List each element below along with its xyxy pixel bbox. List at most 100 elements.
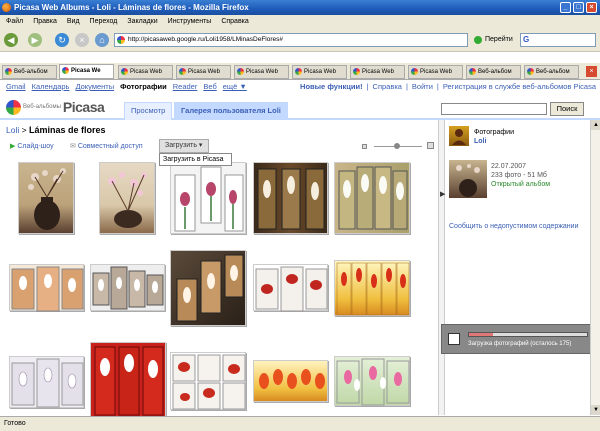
photo-thumbnail[interactable]	[90, 264, 165, 311]
calla-panels-icon	[338, 166, 408, 230]
picasa-logo[interactable]: Веб-альбомы Picasa	[6, 98, 105, 116]
home-icon[interactable]: ⌂	[95, 33, 109, 47]
owner-label: Фотографии	[474, 129, 515, 136]
close-tab-icon[interactable]: ×	[586, 66, 597, 77]
page-scrollbar[interactable]: ▲ ▼	[590, 120, 600, 415]
search-button[interactable]: Поиск	[550, 102, 584, 116]
tab-view[interactable]: Просмотр	[124, 102, 173, 120]
help-link[interactable]: Справка	[373, 81, 402, 93]
gbar-calendar[interactable]: Календарь	[32, 81, 70, 93]
album-visibility: Открытый альбом	[491, 181, 551, 188]
gbar-more[interactable]: ещё ▼	[223, 81, 247, 93]
sidebar-toggle[interactable]: ▶	[438, 120, 445, 415]
photo-thumbnail[interactable]	[334, 356, 410, 406]
photo-thumbnail[interactable]	[9, 264, 84, 312]
back-arrow-icon[interactable]: ◀	[4, 33, 18, 47]
browser-tab[interactable]: Веб-альбом	[466, 65, 521, 79]
browser-tab[interactable]: Picasa Web	[408, 65, 463, 79]
register-link[interactable]: Регистрация в службе веб-альбомов Picasa	[443, 81, 596, 93]
thumbnail-size-slider[interactable]	[362, 141, 434, 151]
scroll-up-icon[interactable]: ▲	[591, 120, 600, 130]
album-date: 22.07.2007	[491, 163, 527, 170]
album-sidebar: Фотографии Loli 22.07.2007 233 фото - 51…	[446, 120, 600, 415]
photo-thumbnail[interactable]	[170, 162, 246, 234]
go-button[interactable]: Перейти	[474, 33, 513, 47]
menu-go[interactable]: Переход	[90, 15, 118, 28]
owner-avatar[interactable]	[449, 126, 469, 146]
photo-thumbnail[interactable]	[334, 162, 410, 234]
photo-thumbnail[interactable]	[99, 162, 155, 234]
gbar-reader[interactable]: Reader	[173, 81, 198, 93]
close-icon[interactable]: ×	[586, 2, 597, 13]
photo-thumbnail[interactable]	[253, 360, 328, 402]
report-abuse-link[interactable]: Сообщить о недопустимом содержании	[449, 222, 578, 231]
sign-in-link[interactable]: Войти	[412, 81, 433, 93]
window-title: Picasa Web Albums - Loli - Láminas de fl…	[14, 3, 249, 12]
gbar-gmail[interactable]: Gmail	[6, 81, 26, 93]
photo-thumbnail[interactable]	[18, 162, 74, 234]
firefox-icon	[2, 3, 11, 12]
reload-icon[interactable]: ↻	[55, 33, 69, 47]
upload-button[interactable]: Загрузить ▾	[159, 139, 209, 153]
breadcrumb: Loli > Láminas de flores	[6, 125, 105, 136]
tab-user-gallery[interactable]: Галерея пользователя Loli	[174, 102, 288, 120]
browser-tab[interactable]: Веб-альбом	[2, 65, 57, 79]
new-features-link[interactable]: Новые функции!	[300, 81, 363, 93]
calla-panels-icon	[176, 254, 244, 322]
search-input[interactable]	[441, 103, 547, 115]
breadcrumb-user[interactable]: Loli	[6, 125, 19, 135]
photo-grid	[0, 154, 440, 416]
photo-thumbnail[interactable]	[170, 352, 246, 410]
upload-to-picasa-menu-item[interactable]: Загрузить в Picasa	[159, 153, 232, 166]
menu-bookmarks[interactable]: Закладки	[127, 15, 157, 28]
vase-painting-icon	[456, 164, 480, 197]
share-label: Совместный доступ	[77, 143, 143, 150]
browser-tab-bar: Веб-альбом Picasa We Picasa Web Picasa W…	[0, 63, 600, 80]
photo-thumbnail[interactable]	[253, 264, 328, 312]
logo-small-text: Веб-альбомы	[23, 104, 61, 110]
menu-view[interactable]: Вид	[67, 15, 80, 28]
person-icon	[452, 129, 466, 145]
slideshow-label: Слайд-шоу	[17, 143, 54, 150]
photo-thumbnail[interactable]	[9, 356, 84, 408]
browser-tab[interactable]: Picasa Web	[234, 65, 289, 79]
calla-panels-icon	[336, 262, 410, 316]
forward-arrow-icon[interactable]: ▶	[28, 33, 42, 47]
navigation-toolbar: ◀ ▶ ↻ × ⌂ http://picasaweb.google.ru/Lol…	[0, 28, 600, 52]
slideshow-button[interactable]: ▶ Слайд-шоу	[10, 141, 54, 152]
gbar-web[interactable]: Веб	[203, 81, 216, 93]
browser-tab[interactable]: Picasa Web	[350, 65, 405, 79]
album-stats: 233 фото - 51 Мб	[491, 172, 547, 179]
photo-thumbnail[interactable]	[253, 162, 328, 234]
menu-file[interactable]: Файл	[6, 15, 23, 28]
envelope-icon: ✉	[70, 143, 78, 150]
browser-tab-active[interactable]: Picasa We	[59, 64, 114, 79]
address-bar[interactable]: http://picasaweb.google.ru/Loli1958/LMin…	[114, 33, 468, 47]
browser-tab[interactable]: Picasa Web	[176, 65, 231, 79]
search-engine-box[interactable]: G	[520, 33, 596, 47]
gbar-photos-current: Фотографии	[120, 82, 167, 91]
calla-panels-icon	[336, 358, 410, 406]
album-cover	[449, 160, 487, 198]
maximize-icon[interactable]: □	[573, 2, 584, 13]
browser-tab[interactable]: Веб-альбом	[524, 65, 579, 79]
menu-edit[interactable]: Правка	[33, 15, 57, 28]
logo-big-text: Picasa	[62, 99, 105, 115]
chevron-down-icon: ▾	[198, 142, 203, 149]
minimize-icon[interactable]: _	[560, 2, 571, 13]
browser-tab[interactable]: Picasa Web	[292, 65, 347, 79]
photo-thumbnail[interactable]	[90, 342, 166, 416]
share-button[interactable]: ✉ Совместный доступ	[70, 141, 143, 152]
browser-tab[interactable]: Picasa Web	[118, 65, 173, 79]
menu-tools[interactable]: Инструменты	[168, 15, 212, 28]
owner-name-link[interactable]: Loli	[474, 137, 486, 146]
upload-progress-panel: Загрузка фотографий (осталось 175)	[441, 324, 600, 354]
gbar-docs[interactable]: Документы	[75, 81, 114, 93]
slider-knob[interactable]	[394, 143, 400, 149]
chevron-right-icon: ▶	[440, 191, 446, 198]
menu-help[interactable]: Справка	[221, 15, 248, 28]
photo-thumbnail[interactable]	[170, 250, 246, 326]
scroll-down-icon[interactable]: ▼	[591, 405, 600, 415]
stop-icon[interactable]: ×	[75, 33, 89, 47]
photo-thumbnail[interactable]	[334, 260, 410, 316]
